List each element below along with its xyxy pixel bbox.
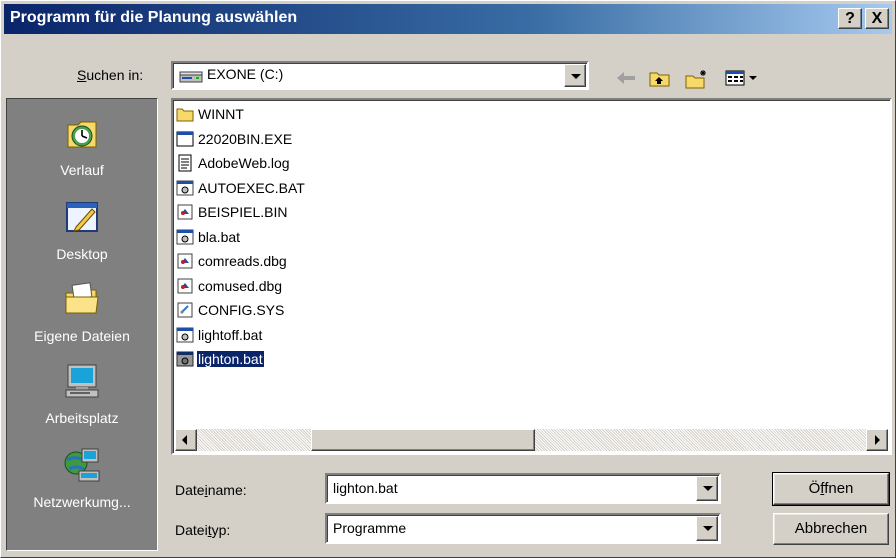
binary-file-icon [176, 277, 194, 295]
network-icon [64, 448, 100, 482]
new-folder-icon[interactable] [685, 69, 709, 89]
place-network[interactable]: Netzwerkumg... [7, 445, 157, 510]
up-folder-icon[interactable] [649, 69, 671, 87]
file-item[interactable]: lightoff.bat [176, 323, 263, 345]
view-menu-icon[interactable] [725, 69, 759, 87]
lookin-label: Suchen in: [77, 67, 144, 83]
cancel-button[interactable]: Abbrechen [773, 513, 889, 545]
filename-dropdown-button[interactable] [696, 476, 718, 501]
scroll-thumb[interactable] [311, 429, 535, 451]
filetype-label: Dateityp: [175, 522, 231, 538]
filename-value: lighton.bat [333, 480, 398, 496]
file-item[interactable]: lighton.bat [176, 347, 265, 369]
my-computer-icon [65, 364, 99, 398]
filetype-label-a: Datei [175, 522, 208, 538]
exe-icon [176, 130, 194, 148]
file-name: comreads.dbg [198, 253, 287, 270]
horizontal-scrollbar[interactable] [175, 429, 888, 451]
folder-icon [176, 105, 194, 123]
place-desktop[interactable]: Desktop [7, 197, 157, 262]
binary-file-icon [176, 252, 194, 270]
file-name: lightoff.bat [198, 326, 263, 343]
scroll-right-button[interactable] [866, 429, 888, 451]
file-name: lighton.bat [196, 350, 265, 369]
filename-input[interactable]: lighton.bat [325, 473, 721, 504]
history-icon [67, 121, 97, 148]
lookin-label-rest: uchen in: [86, 67, 144, 83]
back-arrow-icon[interactable] [615, 69, 637, 87]
places-bar: Verlauf Desktop Eigene Dateien Arbeitspl… [6, 98, 158, 551]
filename-label-b: name: [207, 482, 247, 498]
lookin-value: EXONE (C:) [207, 66, 284, 82]
title-bar[interactable]: Programm für die Planung auswählen ? X [4, 4, 892, 34]
filename-label: Dateiname: [175, 482, 247, 498]
drive-icon [179, 71, 203, 83]
file-name: bla.bat [198, 228, 241, 245]
filetype-value: Programme [333, 520, 407, 536]
batch-file-icon [176, 228, 194, 246]
filetype-label-b: yp: [211, 522, 231, 538]
file-item[interactable]: CONFIG.SYS [176, 298, 285, 320]
batch-file-icon [176, 326, 194, 344]
file-name: WINNT [198, 106, 244, 123]
batch-file-icon [176, 350, 194, 368]
file-item[interactable]: AUTOEXEC.BAT [176, 176, 306, 198]
lookin-combo[interactable]: EXONE (C:) [171, 61, 589, 90]
cancel-button-label: Abbrechen [794, 520, 868, 537]
place-label: Verlauf [60, 162, 104, 178]
place-my-documents[interactable]: Eigene Dateien [7, 279, 157, 344]
file-item[interactable]: comreads.dbg [176, 249, 288, 271]
system-file-icon [176, 301, 194, 319]
file-item[interactable]: BEISPIEL.BIN [176, 200, 288, 222]
place-label: Netzwerkumg... [33, 494, 131, 510]
open-button[interactable]: Öffnen [772, 472, 890, 506]
file-name: CONFIG.SYS [198, 302, 285, 319]
lookin-dropdown-button[interactable] [564, 64, 586, 87]
file-item[interactable]: comused.dbg [176, 274, 283, 296]
file-item[interactable]: WINNT [176, 102, 245, 124]
file-name: comused.dbg [198, 277, 283, 294]
binary-file-icon [176, 203, 194, 221]
scroll-left-button[interactable] [175, 429, 197, 451]
text-file-icon [176, 154, 194, 172]
desktop-icon [66, 202, 98, 232]
my-documents-icon [65, 282, 99, 314]
place-my-computer[interactable]: Arbeitsplatz [7, 361, 157, 426]
file-item[interactable]: bla.bat [176, 225, 241, 247]
place-label: Eigene Dateien [34, 328, 130, 344]
file-item[interactable]: 22020BIN.EXE [176, 127, 293, 149]
window-title: Programm für die Planung auswählen [10, 9, 298, 26]
open-file-dialog: Programm für die Planung auswählen ? X S… [0, 0, 896, 558]
filename-label-a: Date [175, 482, 205, 498]
open-button-label: Öffnen [808, 480, 854, 497]
file-name: 22020BIN.EXE [198, 130, 293, 147]
place-history[interactable]: Verlauf [7, 113, 157, 178]
filetype-select[interactable]: Programme [325, 513, 721, 544]
file-name: BEISPIEL.BIN [198, 204, 288, 221]
filetype-dropdown-button[interactable] [696, 516, 718, 541]
batch-file-icon [176, 179, 194, 197]
help-button[interactable]: ? [838, 8, 862, 29]
place-label: Arbeitsplatz [45, 410, 119, 426]
close-button[interactable]: X [865, 8, 889, 29]
file-item[interactable]: AdobeWeb.log [176, 151, 291, 173]
file-list[interactable]: WINNT 22020BIN.EXE AdobeWeb.log AUTOEXEC.BA… [171, 98, 892, 455]
place-label: Desktop [56, 246, 108, 262]
file-name: AUTOEXEC.BAT [198, 179, 305, 196]
file-name: AdobeWeb.log [198, 155, 290, 172]
